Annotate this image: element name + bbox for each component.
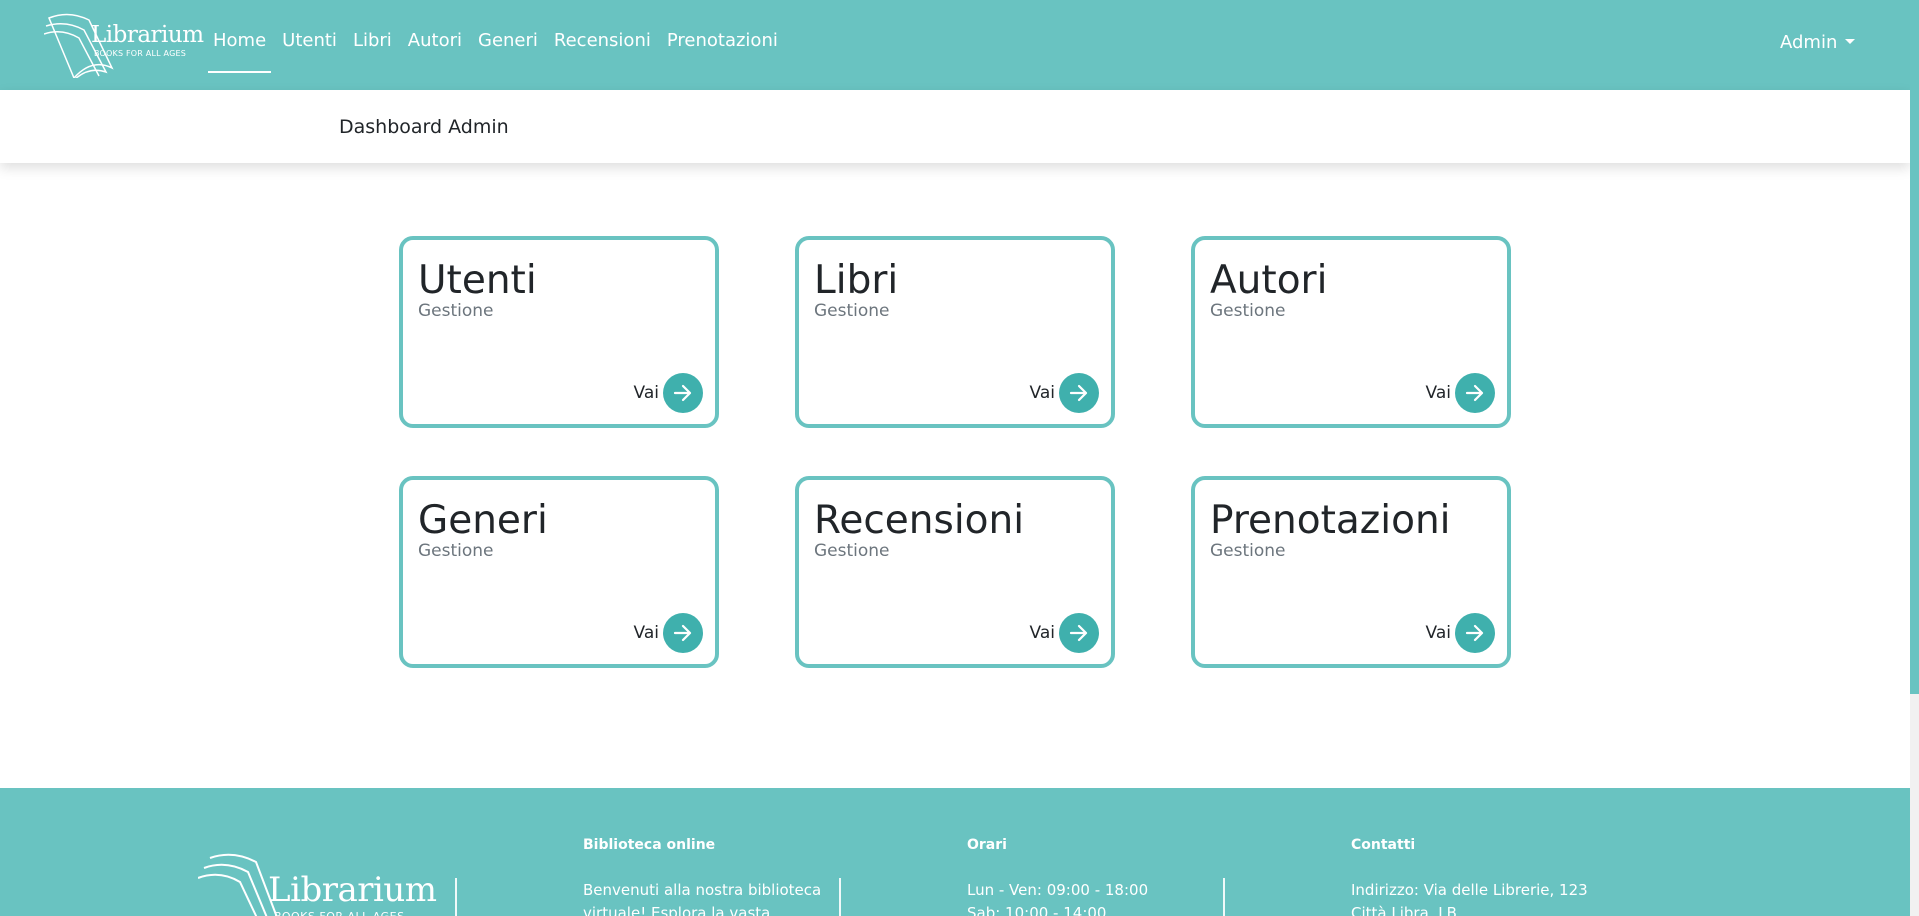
open-book-icon xyxy=(198,853,278,916)
card-go-button[interactable]: Vai xyxy=(1030,613,1099,653)
card-go-button[interactable]: Vai xyxy=(1030,373,1099,413)
user-menu-dropdown[interactable]: Admin xyxy=(1780,32,1856,53)
page-title: Dashboard Admin xyxy=(339,116,509,138)
card-go-button[interactable]: Vai xyxy=(1426,373,1495,413)
main-nav: Home Utenti Libri Autori Generi Recensio… xyxy=(207,0,794,90)
scrollbar-thumb[interactable] xyxy=(1910,0,1919,694)
arrow-right-icon[interactable] xyxy=(1455,613,1495,653)
card-title: Utenti xyxy=(418,258,537,303)
card-prenotazioni: Prenotazioni Gestione Vai xyxy=(1191,476,1511,668)
card-go-label: Vai xyxy=(1425,383,1451,403)
nav-item-autori[interactable]: Autori xyxy=(408,0,462,74)
card-go-label: Vai xyxy=(1029,383,1055,403)
card-go-button[interactable]: Vai xyxy=(634,373,703,413)
brand-name: Librarium xyxy=(91,22,204,48)
arrow-right-icon[interactable] xyxy=(1059,373,1099,413)
footer-brand-tagline: BOOKS FOR ALL AGES xyxy=(274,910,405,916)
footer-divider xyxy=(839,878,841,916)
card-title: Libri xyxy=(814,258,899,303)
footer-contacts-line: Città Libra, LB xyxy=(1351,904,1457,916)
footer-divider xyxy=(455,878,457,916)
arrow-right-icon[interactable] xyxy=(1059,613,1099,653)
footer-about-heading: Biblioteca online xyxy=(583,837,716,853)
nav-item-libri[interactable]: Libri xyxy=(353,0,392,74)
nav-item-recensioni[interactable]: Recensioni xyxy=(554,0,651,74)
card-title: Autori xyxy=(1210,258,1328,303)
card-libri: Libri Gestione Vai xyxy=(795,236,1115,428)
site-footer: Librarium BOOKS FOR ALL AGES Biblioteca … xyxy=(0,788,1910,916)
card-subtitle: Gestione xyxy=(418,541,494,561)
card-recensioni: Recensioni Gestione Vai xyxy=(795,476,1115,668)
card-subtitle: Gestione xyxy=(814,541,890,561)
card-go-button[interactable]: Vai xyxy=(1426,613,1495,653)
card-title: Recensioni xyxy=(814,498,1025,543)
arrow-right-icon[interactable] xyxy=(1455,373,1495,413)
card-title: Prenotazioni xyxy=(1210,498,1451,543)
card-autori: Autori Gestione Vai xyxy=(1191,236,1511,428)
nav-item-prenotazioni[interactable]: Prenotazioni xyxy=(667,0,778,74)
page-scrollbar[interactable] xyxy=(1910,0,1919,916)
card-subtitle: Gestione xyxy=(418,301,494,321)
page-header: Dashboard Admin xyxy=(0,90,1910,163)
card-subtitle: Gestione xyxy=(1210,541,1286,561)
footer-contacts-line: Indirizzo: Via delle Librerie, 123 xyxy=(1351,881,1588,899)
card-utenti: Utenti Gestione Vai xyxy=(399,236,719,428)
brand-tagline: BOOKS FOR ALL AGES xyxy=(94,49,187,58)
footer-contacts: Contatti Indirizzo: Via delle Librerie, … xyxy=(1351,837,1588,916)
footer-brand-logo: Librarium BOOKS FOR ALL AGES xyxy=(198,850,438,916)
top-navbar: Librarium BOOKS FOR ALL AGES Home Utenti… xyxy=(0,0,1910,90)
footer-about-line: Benvenuti alla nostra biblioteca xyxy=(583,881,822,899)
footer-about: Biblioteca online Benvenuti alla nostra … xyxy=(583,837,821,916)
card-go-label: Vai xyxy=(633,623,659,643)
card-go-label: Vai xyxy=(633,383,659,403)
user-menu-label: Admin xyxy=(1780,32,1838,53)
nav-item-utenti[interactable]: Utenti xyxy=(282,0,337,74)
footer-about-line: virtuale! Esplora la vasta xyxy=(583,904,771,916)
card-go-button[interactable]: Vai xyxy=(634,613,703,653)
nav-item-home[interactable]: Home xyxy=(207,0,272,74)
card-title: Generi xyxy=(418,498,548,543)
arrow-right-icon[interactable] xyxy=(663,613,703,653)
card-go-label: Vai xyxy=(1029,623,1055,643)
footer-contacts-heading: Contatti xyxy=(1351,837,1416,853)
footer-hours-line: Lun - Ven: 09:00 - 18:00 xyxy=(967,881,1149,899)
nav-item-generi[interactable]: Generi xyxy=(478,0,538,74)
card-subtitle: Gestione xyxy=(1210,301,1286,321)
card-generi: Generi Gestione Vai xyxy=(399,476,719,668)
arrow-right-icon[interactable] xyxy=(663,373,703,413)
caret-down-icon xyxy=(1845,39,1856,44)
card-go-label: Vai xyxy=(1425,623,1451,643)
footer-hours-heading: Orari xyxy=(967,837,1007,853)
footer-hours-line: Sab: 10:00 - 14:00 xyxy=(967,904,1107,916)
brand-logo[interactable]: Librarium BOOKS FOR ALL AGES xyxy=(44,8,204,78)
card-subtitle: Gestione xyxy=(814,301,890,321)
footer-brand-name: Librarium xyxy=(268,870,437,910)
footer-divider xyxy=(1223,878,1225,916)
footer-hours: Orari Lun - Ven: 09:00 - 18:00 Sab: 10:0… xyxy=(967,837,1148,916)
